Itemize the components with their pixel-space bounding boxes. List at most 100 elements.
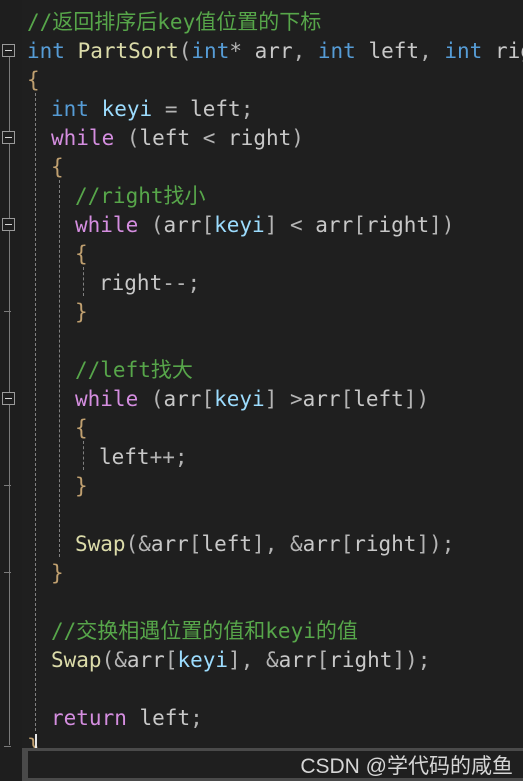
code-line[interactable]: //返回排序后key值位置的下标 [27, 8, 321, 37]
code-token: arr [254, 39, 293, 63]
fold-box-while-outer[interactable] [2, 131, 15, 144]
code-line[interactable]: while (arr[keyi] >arr[left]) [75, 385, 429, 414]
indent-guide [59, 180, 61, 557]
code-token: ]); [392, 648, 431, 672]
code-token: right [99, 271, 163, 295]
code-surface[interactable]: //返回排序后key值位置的下标 int PartSort(int* arr, i… [22, 0, 523, 781]
fold-box-while-left[interactable] [2, 392, 15, 405]
code-token: < [190, 126, 229, 150]
code-token: ++; [149, 445, 188, 469]
code-token: { [27, 68, 40, 92]
code-token: int [27, 39, 65, 63]
code-token: right [365, 213, 430, 237]
code-token: left [201, 532, 253, 556]
code-line[interactable]: Swap(&arr[left], &arr[right]); [75, 530, 454, 559]
code-token: [ [340, 387, 354, 411]
code-token: ] [264, 387, 278, 411]
code-token: < [277, 213, 316, 237]
code-line[interactable]: //交换相遇位置的值和keyi的值 [51, 617, 358, 646]
code-token: keyi [214, 387, 265, 411]
code-token: //left找大 [75, 358, 193, 382]
fold-scope-while-left [9, 399, 10, 484]
watermark-text: CSDN @学代码的咸鱼 [300, 754, 513, 778]
code-token: --; [162, 271, 201, 295]
code-token: keyi [177, 648, 229, 672]
code-token: int [191, 39, 230, 63]
code-line[interactable]: } [51, 559, 64, 588]
code-token: { [75, 416, 88, 440]
code-editor[interactable]: //返回排序后key值位置的下标 int PartSort(int* arr, i… [0, 0, 523, 781]
code-line[interactable]: { [27, 66, 40, 95]
code-token: right [494, 39, 523, 63]
code-token: right [228, 126, 292, 150]
code-line[interactable]: //left找大 [75, 356, 193, 385]
code-token: [ [188, 532, 202, 556]
code-token: ( [138, 387, 164, 411]
code-line[interactable]: int keyi = left; [51, 95, 253, 124]
code-token: ]) [403, 387, 430, 411]
code-token: keyi [214, 213, 265, 237]
fold-end-tick [4, 746, 11, 747]
code-token: (& [125, 532, 151, 556]
code-token: keyi [101, 97, 153, 121]
code-token: ]); [416, 532, 455, 556]
code-line[interactable]: left++; [99, 443, 188, 472]
code-token: ]) [429, 213, 455, 237]
code-token: int [317, 39, 356, 63]
code-token: arr [126, 648, 165, 672]
fold-box-while-right[interactable] [2, 218, 15, 231]
code-token: { [75, 242, 88, 266]
code-token: ; [190, 706, 203, 730]
code-line[interactable]: //right找小 [75, 182, 206, 211]
code-token: left [353, 387, 404, 411]
watermark-bar: CSDN @学代码的咸鱼 [22, 748, 523, 781]
fold-scope-while-outer [9, 138, 10, 571]
code-token: ], & [252, 532, 303, 556]
code-token: { [51, 155, 64, 179]
code-token: int [51, 97, 89, 121]
code-token: [ [201, 387, 215, 411]
fold-end-tick [4, 311, 11, 312]
code-line[interactable]: { [51, 153, 64, 182]
code-token: arr [315, 213, 354, 237]
code-line[interactable]: } [75, 298, 88, 327]
code-token: Swap [75, 532, 126, 556]
code-line[interactable]: int PartSort(int* arr, int left, int rig… [27, 37, 523, 66]
code-token: while [51, 126, 115, 150]
code-token: left [139, 126, 191, 150]
code-token: //交换相遇位置的值和keyi的值 [51, 619, 358, 643]
code-token: //right找小 [75, 184, 206, 208]
code-token: while [75, 387, 139, 411]
code-line[interactable]: } [75, 472, 88, 501]
code-line[interactable]: right--; [99, 269, 200, 298]
code-token: arr [278, 648, 317, 672]
fold-margin[interactable] [0, 0, 22, 781]
code-token: ) [291, 126, 304, 150]
code-token: ( [138, 213, 164, 237]
code-token: } [75, 300, 88, 324]
code-line[interactable]: while (arr[keyi] < arr[right]) [75, 211, 454, 240]
code-line[interactable]: return left; [51, 704, 203, 733]
code-token: [ [353, 213, 366, 237]
code-token: //返回排序后key值位置的下标 [27, 10, 322, 34]
code-token: , [419, 39, 445, 63]
code-token: ; [240, 97, 254, 121]
code-token: arr [163, 387, 202, 411]
code-token: arr [302, 387, 341, 411]
code-token: ( [178, 39, 192, 63]
code-token: ], & [228, 648, 279, 672]
code-token: PartSort [77, 39, 179, 63]
code-token: return [51, 706, 127, 730]
code-token: ] [264, 213, 278, 237]
fold-box-partsort[interactable] [2, 44, 15, 57]
code-line[interactable]: while (left < right) [51, 124, 304, 153]
code-line[interactable]: { [75, 240, 88, 269]
code-token: > [277, 387, 303, 411]
code-token: * [229, 39, 242, 63]
code-line[interactable]: Swap(&arr[keyi], &arr[right]); [51, 646, 430, 675]
code-line[interactable]: { [75, 414, 88, 443]
